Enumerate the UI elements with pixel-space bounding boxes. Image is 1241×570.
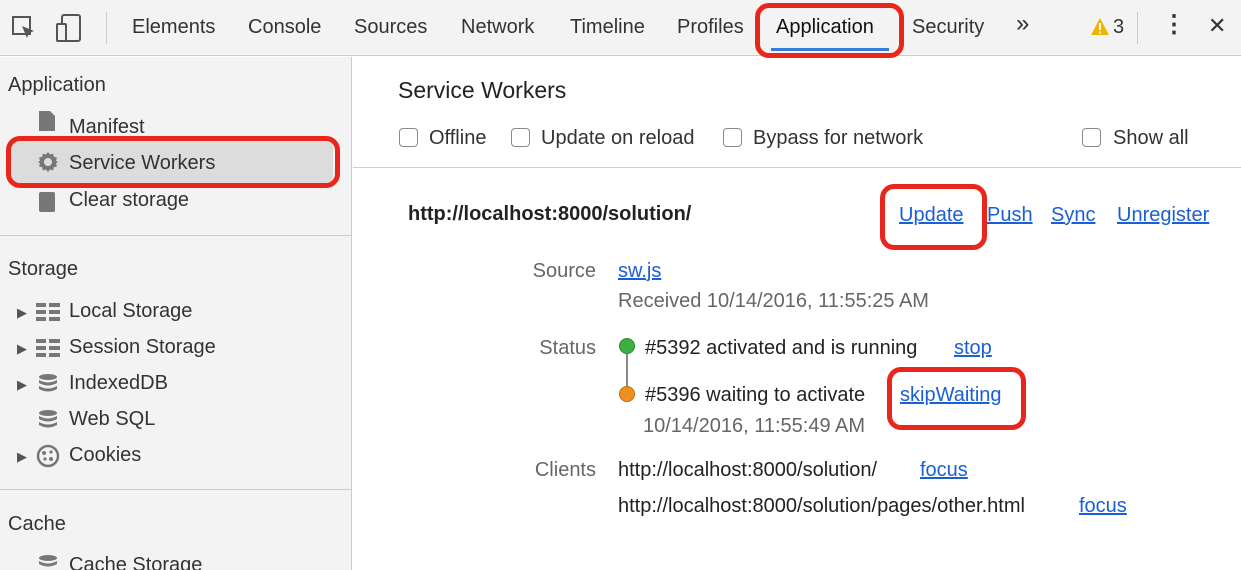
worker-scope-url: http://localhost:8000/solution/ (408, 203, 692, 225)
sidebar-item-service-workers[interactable]: Service Workers (69, 152, 215, 175)
expand-arrow-icon[interactable]: ▶ (17, 449, 27, 465)
page-title: Service Workers (398, 77, 567, 103)
database-icon (39, 192, 55, 212)
push-link[interactable]: Push (987, 204, 1033, 227)
cookie-icon (36, 444, 60, 468)
device-mode-icon[interactable] (56, 14, 82, 42)
active-tab-indicator (771, 48, 889, 51)
grid-icon (36, 339, 60, 357)
database-icon (39, 374, 57, 392)
gear-icon (38, 152, 58, 172)
sidebar-item-local-storage[interactable]: Local Storage (69, 300, 192, 323)
unregister-link[interactable]: Unregister (1117, 204, 1209, 227)
database-icon (39, 410, 57, 428)
sidebar-item-indexeddb[interactable]: IndexedDB (69, 372, 168, 395)
sidebar-divider (0, 235, 351, 236)
sidebar-item-clear-storage[interactable]: Clear storage (69, 189, 189, 212)
tab-elements[interactable]: Elements (132, 15, 215, 39)
received-timestamp: Received 10/14/2016, 11:55:25 AM (618, 290, 929, 312)
offline-label[interactable]: Offline (429, 127, 486, 150)
status-label: Status (539, 337, 596, 359)
sidebar-item-cache-storage[interactable]: Cache Storage (69, 554, 202, 570)
client-url: http://localhost:8000/solution/ (618, 459, 878, 481)
client-focus-link[interactable]: focus (1079, 495, 1127, 518)
tab-console[interactable]: Console (248, 15, 321, 39)
update-on-reload-checkbox[interactable] (511, 128, 530, 147)
stop-link[interactable]: stop (954, 337, 992, 360)
section-heading-application: Application (8, 74, 106, 96)
more-tabs-button[interactable]: » (1016, 12, 1029, 36)
inspect-element-icon[interactable] (12, 16, 38, 42)
show-all-checkbox[interactable] (1082, 128, 1101, 147)
toolbar-separator (1137, 12, 1138, 44)
client-focus-link[interactable]: focus (920, 459, 968, 482)
warning-count[interactable]: 3 (1113, 15, 1124, 39)
tab-network[interactable]: Network (461, 15, 534, 39)
warning-icon[interactable] (1090, 17, 1110, 37)
file-icon (39, 111, 55, 131)
sidebar-item-web-sql[interactable]: Web SQL (69, 408, 155, 431)
offline-checkbox[interactable] (399, 128, 418, 147)
source-file-link[interactable]: sw.js (618, 260, 661, 283)
section-divider (353, 167, 1241, 168)
client-url: http://localhost:8000/solution/pages/oth… (618, 495, 1025, 517)
status-waiting-text: #5396 waiting to activate (645, 384, 866, 406)
database-icon (39, 555, 57, 567)
status-connector-line (626, 354, 628, 386)
update-on-reload-label[interactable]: Update on reload (541, 127, 694, 150)
expand-arrow-icon[interactable]: ▶ (17, 305, 27, 321)
customize-menu-button[interactable]: ⋮ (1162, 13, 1186, 37)
grid-icon (36, 303, 60, 321)
status-running-text: #5392 activated and is running (645, 337, 918, 359)
waiting-status-dot (619, 386, 635, 402)
toolbar-separator (106, 12, 107, 44)
update-link[interactable]: Update (899, 204, 964, 227)
tab-profiles[interactable]: Profiles (677, 15, 744, 39)
close-devtools-button[interactable]: ✕ (1208, 14, 1226, 38)
devtools-toolbar: Elements Console Sources Network Timelin… (0, 0, 1241, 56)
show-all-label[interactable]: Show all (1113, 127, 1189, 150)
tab-sources[interactable]: Sources (354, 15, 427, 39)
tab-timeline[interactable]: Timeline (570, 15, 645, 39)
sidebar-item-manifest[interactable]: Manifest (69, 116, 145, 139)
bypass-for-network-checkbox[interactable] (723, 128, 742, 147)
section-heading-cache: Cache (8, 513, 66, 535)
bypass-for-network-label[interactable]: Bypass for network (753, 127, 923, 150)
source-label: Source (532, 260, 596, 282)
sidebar-item-cookies[interactable]: Cookies (69, 444, 141, 467)
clients-label: Clients (534, 459, 596, 481)
expand-arrow-icon[interactable]: ▶ (17, 341, 27, 357)
tab-application[interactable]: Application (776, 15, 874, 39)
sidebar-divider (0, 489, 351, 490)
sidebar: Application Manifest Service Workers Cle… (0, 57, 352, 570)
running-status-dot (619, 338, 635, 354)
sync-link[interactable]: Sync (1051, 204, 1095, 227)
skip-waiting-link[interactable]: skipWaiting (900, 384, 1002, 407)
sidebar-item-session-storage[interactable]: Session Storage (69, 336, 216, 359)
expand-arrow-icon[interactable]: ▶ (17, 377, 27, 393)
section-heading-storage: Storage (8, 258, 79, 280)
waiting-timestamp: 10/14/2016, 11:55:49 AM (643, 415, 866, 437)
service-workers-panel: Service Workers Offline Update on reload… (353, 57, 1241, 570)
tab-security[interactable]: Security (912, 15, 984, 39)
